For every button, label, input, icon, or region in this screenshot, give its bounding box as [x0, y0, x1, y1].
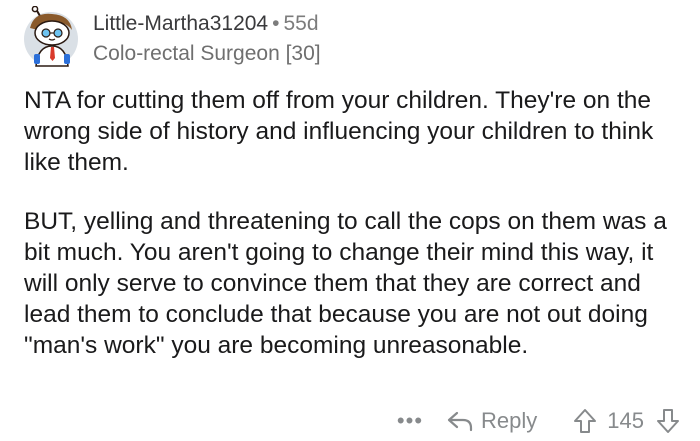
- comment-body: NTA for cutting them off from your child…: [24, 85, 684, 389]
- avatar[interactable]: [22, 5, 80, 68]
- reply-arrow-icon: [447, 411, 473, 432]
- meta-line: Little-Martha31204 • 55d: [93, 11, 321, 37]
- comment-meta: Little-Martha31204 • 55d Colo-rectal Surge…: [93, 11, 321, 67]
- comment-age: 55d: [283, 12, 319, 35]
- reply-label: Reply: [481, 408, 538, 433]
- separator: •: [272, 12, 280, 35]
- vote-controls: 145: [573, 408, 680, 434]
- username[interactable]: Little-Martha31204: [93, 12, 268, 35]
- reply-button[interactable]: Reply: [447, 408, 537, 434]
- downvote-arrow-icon[interactable]: [656, 408, 680, 434]
- snoo-avatar-icon: [24, 5, 78, 67]
- vote-count: 145: [607, 408, 644, 433]
- comment-paragraph: BUT, yelling and threatening to call the…: [24, 208, 667, 359]
- upvote-arrow-icon[interactable]: [573, 408, 597, 434]
- comment: Little-Martha31204 • 55d Colo-rectal Surge…: [0, 0, 700, 441]
- comment-paragraph: NTA for cutting them off from your child…: [24, 87, 654, 176]
- comment-actions: ••• Reply 145: [397, 404, 680, 438]
- more-options-button[interactable]: •••: [397, 410, 423, 432]
- user-flair: Colo-rectal Surgeon [30]: [93, 42, 321, 65]
